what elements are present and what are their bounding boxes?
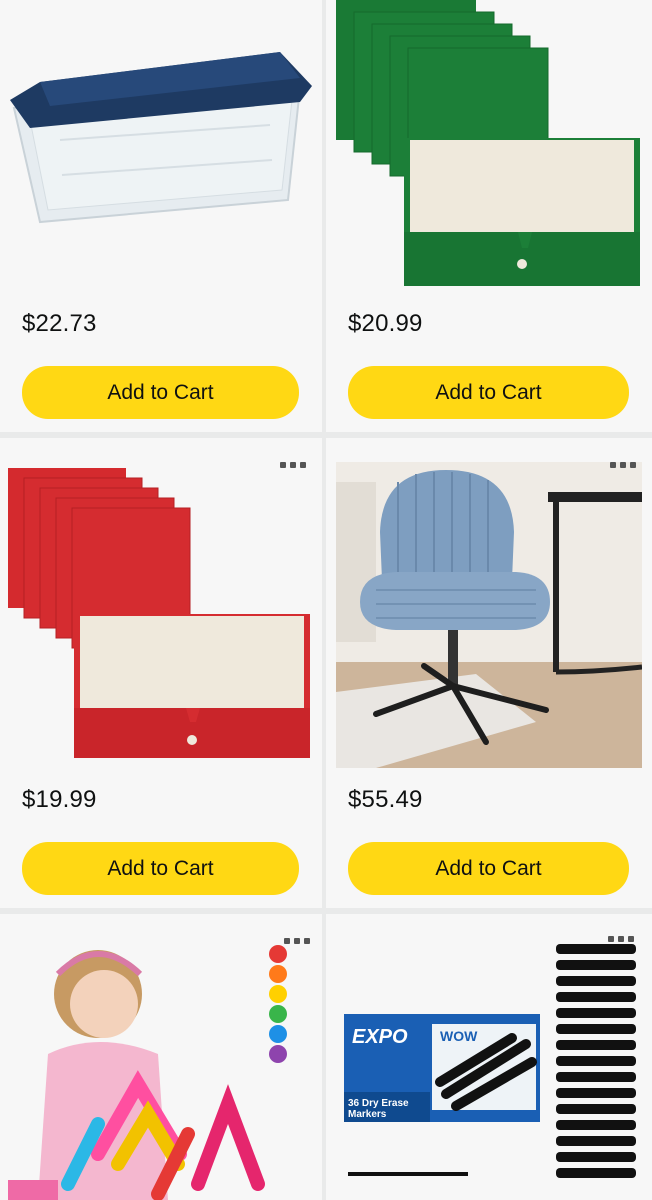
product-card[interactable] [0, 914, 322, 1200]
more-options-icon[interactable] [284, 938, 310, 944]
product-card[interactable]: $22.73 Add to Cart [0, 0, 322, 432]
product-price: $55.49 [348, 786, 423, 813]
product-image-green-folders[interactable] [336, 0, 642, 290]
product-grid: $22.73 Add to Cart $20.99 Add to Cart $1… [0, 0, 652, 1200]
product-price: $19.99 [22, 786, 97, 813]
product-image-red-folders[interactable] [8, 468, 314, 760]
add-to-cart-button[interactable]: Add to Cart [348, 842, 629, 895]
expo-brand-label: EXPO [352, 1026, 408, 1048]
product-card[interactable]: EXPO WOW 36 Dry Erase Markers [326, 914, 652, 1200]
add-to-cart-button[interactable]: Add to Cart [22, 366, 299, 419]
add-to-cart-button[interactable]: Add to Cart [22, 842, 299, 895]
product-price: $22.73 [22, 310, 97, 337]
add-to-cart-button[interactable]: Add to Cart [348, 366, 629, 419]
product-image-building-blocks[interactable] [8, 934, 314, 1200]
product-card[interactable]: $20.99 Add to Cart [326, 0, 652, 432]
expo-count-label: 36 Dry Erase Markers [348, 1098, 409, 1120]
product-price: $20.99 [348, 310, 423, 337]
expo-sub-label: WOW [440, 1028, 478, 1044]
product-image-office-chair[interactable] [336, 462, 642, 768]
product-card[interactable]: $55.49 Add to Cart [326, 438, 652, 908]
product-image-expo-markers[interactable]: EXPO WOW 36 Dry Erase Markers [336, 934, 642, 1200]
product-card[interactable]: $19.99 Add to Cart [0, 438, 322, 908]
more-options-icon[interactable] [610, 462, 636, 468]
more-options-icon[interactable] [608, 936, 634, 942]
product-image-storage-bin[interactable] [0, 0, 322, 290]
